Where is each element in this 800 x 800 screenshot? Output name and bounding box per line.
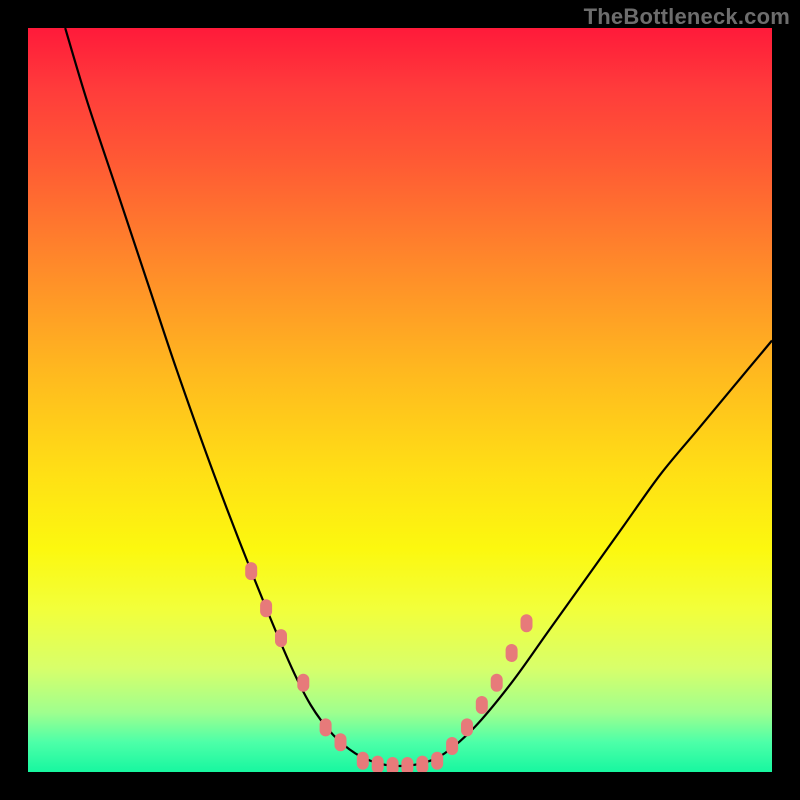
chart-svg [28,28,772,772]
watermark-text: TheBottleneck.com [584,4,790,30]
data-point [245,562,257,580]
data-point-markers [245,562,532,772]
data-point [461,718,473,736]
data-point [357,752,369,770]
data-point [335,733,347,751]
data-point [387,757,399,772]
data-point [275,629,287,647]
data-point [297,674,309,692]
data-point [416,756,428,772]
chart-container: TheBottleneck.com [0,0,800,800]
data-point [491,674,503,692]
bottleneck-curve-line [65,28,772,766]
data-point [521,614,533,632]
data-point [431,752,443,770]
data-point [260,599,272,617]
data-point [372,756,384,772]
data-point [320,718,332,736]
data-point [506,644,518,662]
curve-path [65,28,772,766]
data-point [476,696,488,714]
data-point [446,737,458,755]
data-point [401,757,413,772]
plot-area [28,28,772,772]
